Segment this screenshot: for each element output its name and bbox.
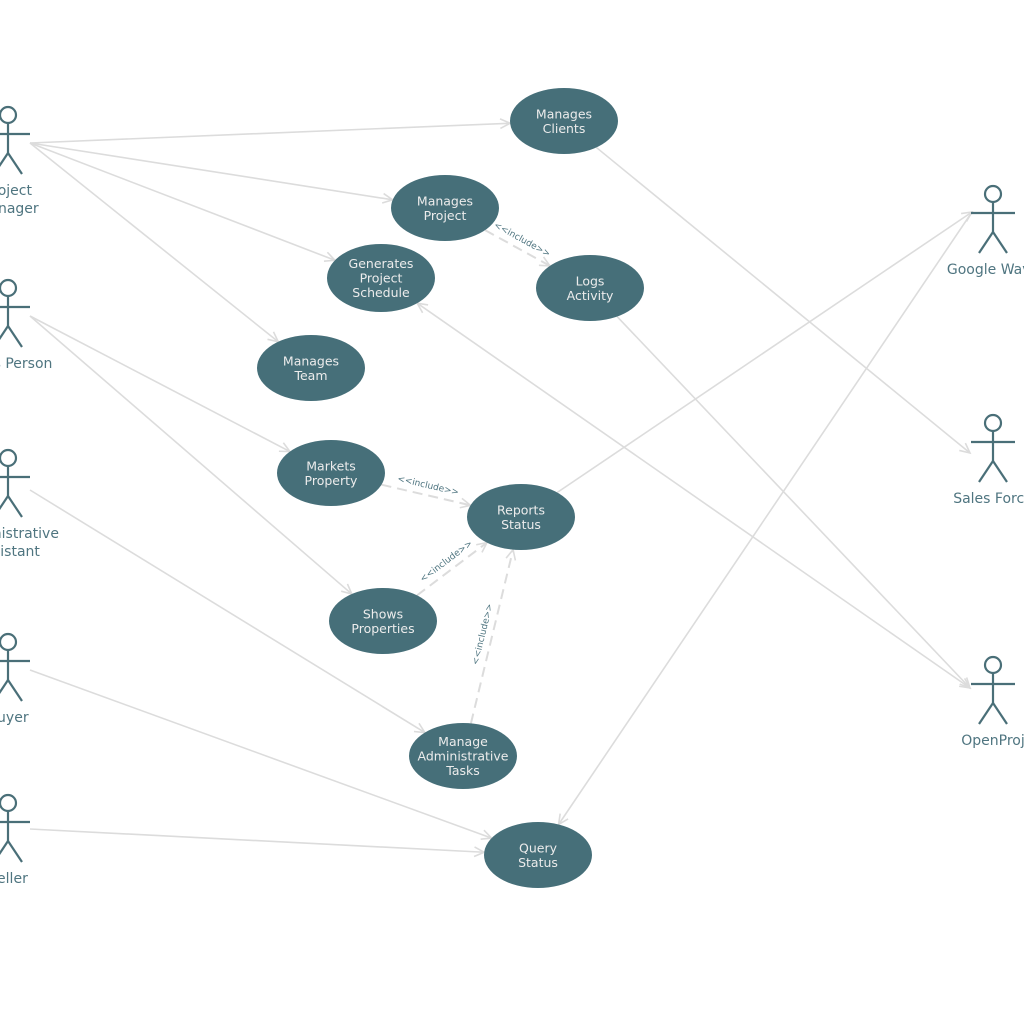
stick-figure-icon	[971, 413, 1015, 483]
stick-figure-icon	[0, 632, 30, 702]
actor-project-manager[interactable]: Project Manager	[0, 105, 39, 217]
actor-openproj[interactable]: OpenProj	[961, 655, 1024, 749]
use-case-markets-property[interactable]: MarketsProperty	[277, 440, 385, 506]
use-case-label: Logs	[576, 273, 605, 288]
use-case-label: Manages	[283, 353, 339, 368]
use-case-query-status[interactable]: QueryStatus	[484, 822, 592, 888]
use-case-label: Clients	[543, 121, 586, 136]
association-line[interactable]	[29, 828, 485, 854]
actor-label: Google Wave	[947, 262, 1024, 278]
use-case-label: Properties	[351, 621, 414, 636]
use-case-manage-administrative-tasks[interactable]: ManageAdministrativeTasks	[409, 723, 517, 789]
use-case-label: Administrative	[418, 749, 509, 764]
use-case-diagram: <<include>> <<include>> <<include>> <<inclu…	[0, 88, 1024, 888]
include-label: <<include>>	[492, 221, 552, 260]
arrowhead-icon	[557, 813, 569, 827]
include-manage-administrative-tasks-to-reports-status[interactable]: <<include>>	[469, 547, 517, 724]
stick-figure-icon	[0, 105, 30, 175]
include-manages-project-to-logs-activity[interactable]: <<include>>	[484, 221, 552, 267]
actor-label: Seller	[0, 871, 28, 887]
association-line[interactable]	[595, 146, 971, 454]
use-case-label: Status	[501, 517, 541, 532]
use-case-label: Project	[360, 271, 403, 286]
actor-administrative-assistant[interactable]: Administrative Assistant	[0, 448, 59, 560]
stick-figure-icon	[971, 184, 1015, 254]
association-seller-to-query-status[interactable]	[29, 828, 487, 858]
actor-buyer[interactable]: Buyer	[0, 632, 30, 726]
include-label: <<include>>	[471, 603, 496, 666]
actor-sales-person[interactable]: Sales Person	[0, 278, 52, 372]
use-case-label: Schedule	[352, 285, 410, 300]
association-line[interactable]	[616, 315, 971, 689]
use-case-label: Query	[519, 840, 558, 855]
use-case-label: Activity	[567, 288, 614, 303]
association-reports-status-to-google-wave[interactable]	[556, 210, 974, 494]
actor-sales-force[interactable]: Sales Force	[953, 413, 1024, 507]
association-logs-activity-to-openproj[interactable]	[616, 315, 972, 690]
association-line[interactable]	[29, 122, 511, 144]
use-case-label: Tasks	[445, 763, 480, 778]
actor-label: Project	[0, 183, 32, 199]
stick-figure-icon	[0, 793, 30, 863]
association-project-manager-to-manages-team[interactable]	[29, 142, 280, 343]
actor-label: Administrative	[0, 526, 59, 542]
use-case-generates-project-schedule[interactable]: GeneratesProjectSchedule	[327, 244, 435, 312]
use-case-label: Reports	[497, 502, 545, 517]
use-case-manages-project[interactable]: ManagesProject	[391, 175, 499, 241]
arrowhead-icon	[415, 302, 429, 314]
association-project-manager-to-manages-project[interactable]	[29, 142, 395, 204]
use-case-shows-properties[interactable]: ShowsProperties	[329, 588, 437, 654]
stick-figure-icon	[0, 278, 30, 348]
use-case-label: Project	[424, 208, 467, 223]
use-case-label: Manages	[417, 193, 473, 208]
use-case-reports-status[interactable]: ReportsStatus	[467, 484, 575, 550]
use-case-manages-clients[interactable]: ManagesClients	[510, 88, 618, 154]
association-line[interactable]	[29, 142, 279, 343]
association-sales-person-to-markets-property[interactable]	[29, 315, 292, 453]
association-project-manager-to-generates-project-schedule[interactable]	[29, 142, 337, 262]
use-case-label: Markets	[306, 458, 355, 473]
actor-label: Buyer	[0, 710, 29, 726]
stick-figure-icon	[0, 448, 30, 518]
use-case-label: Team	[293, 368, 327, 383]
include-label: <<include>>	[396, 474, 459, 498]
use-case-label: Manage	[438, 734, 488, 749]
association-manages-clients-to-sales-force[interactable]	[595, 146, 972, 455]
association-line[interactable]	[29, 315, 291, 453]
stick-figure-icon	[971, 655, 1015, 725]
use-case-label: Status	[518, 855, 558, 870]
use-case-label: Shows	[363, 606, 403, 621]
actor-seller[interactable]: Seller	[0, 793, 30, 887]
include-label: <<include>>	[419, 539, 475, 585]
use-case-label: Manages	[536, 106, 592, 121]
actor-label: Sales Person	[0, 356, 52, 372]
actor-label: Sales Force	[953, 491, 1024, 507]
actor-label: Assistant	[0, 544, 40, 560]
association-line[interactable]	[556, 211, 973, 494]
use-case-label: Generates	[349, 256, 414, 271]
use-case-label: Property	[305, 473, 358, 488]
arrowhead-icon	[413, 722, 427, 734]
include-shows-properties-to-reports-status[interactable]: <<include>>	[416, 539, 489, 597]
include-markets-property-to-reports-status[interactable]: <<include>>	[381, 474, 473, 509]
use-case-logs-activity[interactable]: LogsActivity	[536, 255, 644, 321]
association-project-manager-to-manages-clients[interactable]	[29, 118, 512, 144]
association-line[interactable]	[29, 142, 393, 201]
association-line[interactable]	[29, 142, 336, 262]
use-case-manages-team[interactable]: ManagesTeam	[257, 335, 365, 401]
actor-label: Manager	[0, 201, 39, 217]
actor-label: OpenProj	[961, 733, 1024, 749]
